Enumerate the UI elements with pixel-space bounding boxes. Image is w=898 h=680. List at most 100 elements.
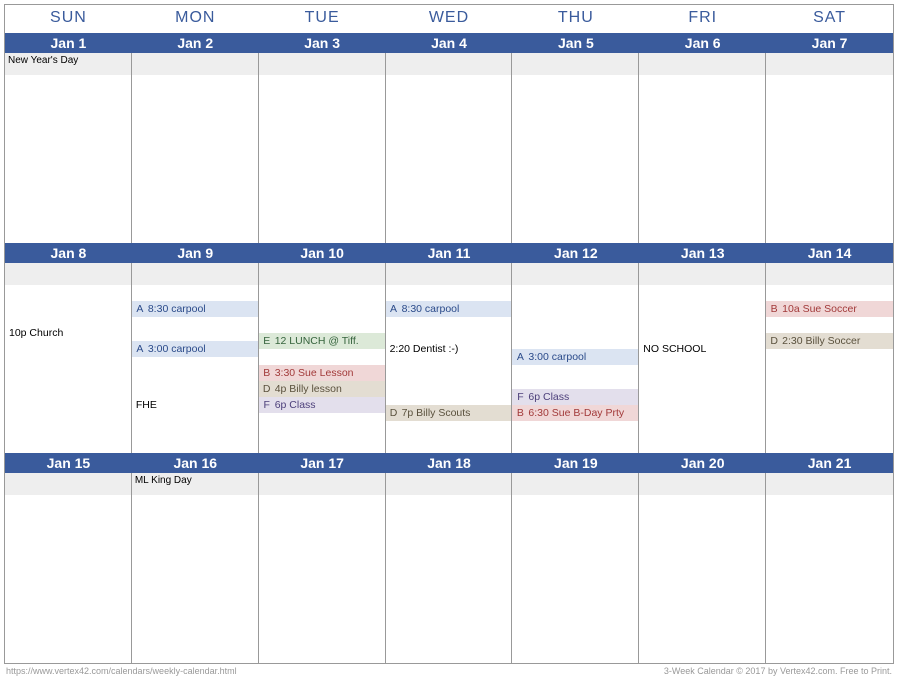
events-area: A8:30 carpool 2:20 Dentist :-) D7p Billy S… — [386, 285, 512, 421]
holiday-band — [5, 263, 131, 285]
day-cell[interactable]: B10a Sue SoccerD2:30 Billy Soccer — [766, 263, 893, 453]
holiday-band: New Year's Day — [5, 53, 131, 75]
holiday-band — [386, 473, 512, 495]
event-category-tag: F — [514, 390, 526, 404]
event-category-tag: A — [134, 302, 146, 316]
spacer — [512, 333, 638, 349]
spacer — [5, 317, 131, 325]
date-header: Jan 17 — [259, 453, 386, 473]
week-date-row: Jan 8Jan 9Jan 10Jan 11Jan 12Jan 13Jan 14 — [5, 243, 893, 263]
day-cell[interactable] — [766, 53, 893, 243]
day-cell[interactable]: ML King Day — [132, 473, 259, 663]
event-text: 6p Class — [275, 398, 316, 412]
event-item: D7p Billy Scouts — [386, 405, 512, 421]
event-text: 10a Sue Soccer — [782, 302, 857, 316]
event-text: 2:30 Billy Soccer — [782, 334, 860, 348]
events-area: A8:30 carpoolA3:00 carpool FHE — [132, 285, 258, 413]
day-cell[interactable]: NO SCHOOL — [639, 263, 766, 453]
event-item: E12 LUNCH @ Tiff. — [259, 333, 385, 349]
event-category-tag: D — [388, 406, 400, 420]
events-area: A3:00 carpoolF6p ClassB6:30 Sue B-Day Pr… — [512, 285, 638, 421]
day-cell[interactable] — [386, 473, 513, 663]
event-item: A3:00 carpool — [132, 341, 258, 357]
week-date-row: Jan 15Jan 16Jan 17Jan 18Jan 19Jan 20Jan … — [5, 453, 893, 473]
event-text: 3:00 carpool — [148, 342, 206, 356]
holiday-band — [512, 53, 638, 75]
spacer — [386, 285, 512, 301]
day-cell[interactable] — [259, 53, 386, 243]
day-cell[interactable]: A3:00 carpoolF6p ClassB6:30 Sue B-Day Pr… — [512, 263, 639, 453]
event-text: 3:30 Sue Lesson — [275, 366, 354, 380]
holiday-band — [132, 53, 258, 75]
event-category-tag: A — [388, 302, 400, 316]
event-text: 7p Billy Scouts — [402, 406, 471, 420]
holiday-band — [639, 473, 765, 495]
holiday-band — [259, 473, 385, 495]
event-item: A8:30 carpool — [132, 301, 258, 317]
holiday-band — [386, 53, 512, 75]
event-item: A8:30 carpool — [386, 301, 512, 317]
date-header: Jan 21 — [766, 453, 893, 473]
day-cell[interactable] — [766, 473, 893, 663]
event-category-tag: E — [261, 334, 273, 348]
day-cell[interactable] — [5, 473, 132, 663]
plain-event: 2:20 Dentist :-) — [386, 341, 512, 357]
weekday-header: SAT — [766, 5, 893, 33]
holiday-band — [5, 473, 131, 495]
spacer — [386, 333, 512, 341]
event-category-tag: D — [261, 382, 273, 396]
day-cell[interactable] — [639, 53, 766, 243]
event-category-tag: B — [514, 406, 526, 420]
spacer — [766, 317, 893, 333]
day-cell[interactable] — [132, 53, 259, 243]
holiday-band — [132, 263, 258, 285]
holiday-band — [766, 53, 893, 75]
holiday-band — [259, 53, 385, 75]
holiday-band — [259, 263, 385, 285]
weekday-header: THU — [512, 5, 639, 33]
day-cell[interactable]: New Year's Day — [5, 53, 132, 243]
day-cell[interactable] — [512, 53, 639, 243]
footer-url: https://www.vertex42.com/calendars/weekl… — [6, 666, 237, 676]
date-header: Jan 15 — [5, 453, 132, 473]
event-text: 6:30 Sue B-Day Prty — [528, 406, 624, 420]
event-text: 3:00 carpool — [528, 350, 586, 364]
spacer — [512, 381, 638, 389]
day-cell[interactable] — [386, 53, 513, 243]
spacer — [132, 357, 258, 373]
day-cell[interactable]: A8:30 carpool 2:20 Dentist :-) D7p Billy S… — [386, 263, 513, 453]
day-cell[interactable] — [512, 473, 639, 663]
events-area: NO SCHOOL — [639, 285, 765, 357]
events-area: B10a Sue SoccerD2:30 Billy Soccer — [766, 285, 893, 349]
day-cell[interactable] — [639, 473, 766, 663]
event-item: B3:30 Sue Lesson — [259, 365, 385, 381]
event-text: 4p Billy lesson — [275, 382, 342, 396]
event-text: 6p Class — [528, 390, 569, 404]
spacer — [386, 373, 512, 389]
week-cells-row: New Year's Day — [5, 53, 893, 243]
event-item: F6p Class — [259, 397, 385, 413]
day-cell[interactable] — [259, 473, 386, 663]
plain-event: NO SCHOOL — [639, 341, 765, 357]
holiday-band — [386, 263, 512, 285]
day-cell[interactable]: 10p Church — [5, 263, 132, 453]
spacer — [132, 373, 258, 389]
calendar-grid: SUNMONTUEWEDTHUFRISAT Jan 1Jan 2Jan 3Jan… — [4, 4, 894, 664]
weeks-container: Jan 1Jan 2Jan 3Jan 4Jan 5Jan 6Jan 7New Y… — [5, 33, 893, 663]
date-header: Jan 4 — [386, 33, 513, 53]
spacer — [512, 285, 638, 301]
footer: https://www.vertex42.com/calendars/weekl… — [4, 664, 894, 676]
day-cell[interactable]: E12 LUNCH @ Tiff. B3:30 Sue LessonD4p Bil… — [259, 263, 386, 453]
date-header: Jan 14 — [766, 243, 893, 263]
holiday-band — [512, 263, 638, 285]
date-header: Jan 11 — [386, 243, 513, 263]
holiday-band: ML King Day — [132, 473, 258, 495]
spacer — [639, 285, 765, 301]
day-cell[interactable]: A8:30 carpoolA3:00 carpool FHE — [132, 263, 259, 453]
event-item: D2:30 Billy Soccer — [766, 333, 893, 349]
spacer — [132, 285, 258, 301]
spacer — [639, 333, 765, 341]
date-header: Jan 2 — [132, 33, 259, 53]
event-category-tag: D — [768, 334, 780, 348]
spacer — [512, 301, 638, 317]
